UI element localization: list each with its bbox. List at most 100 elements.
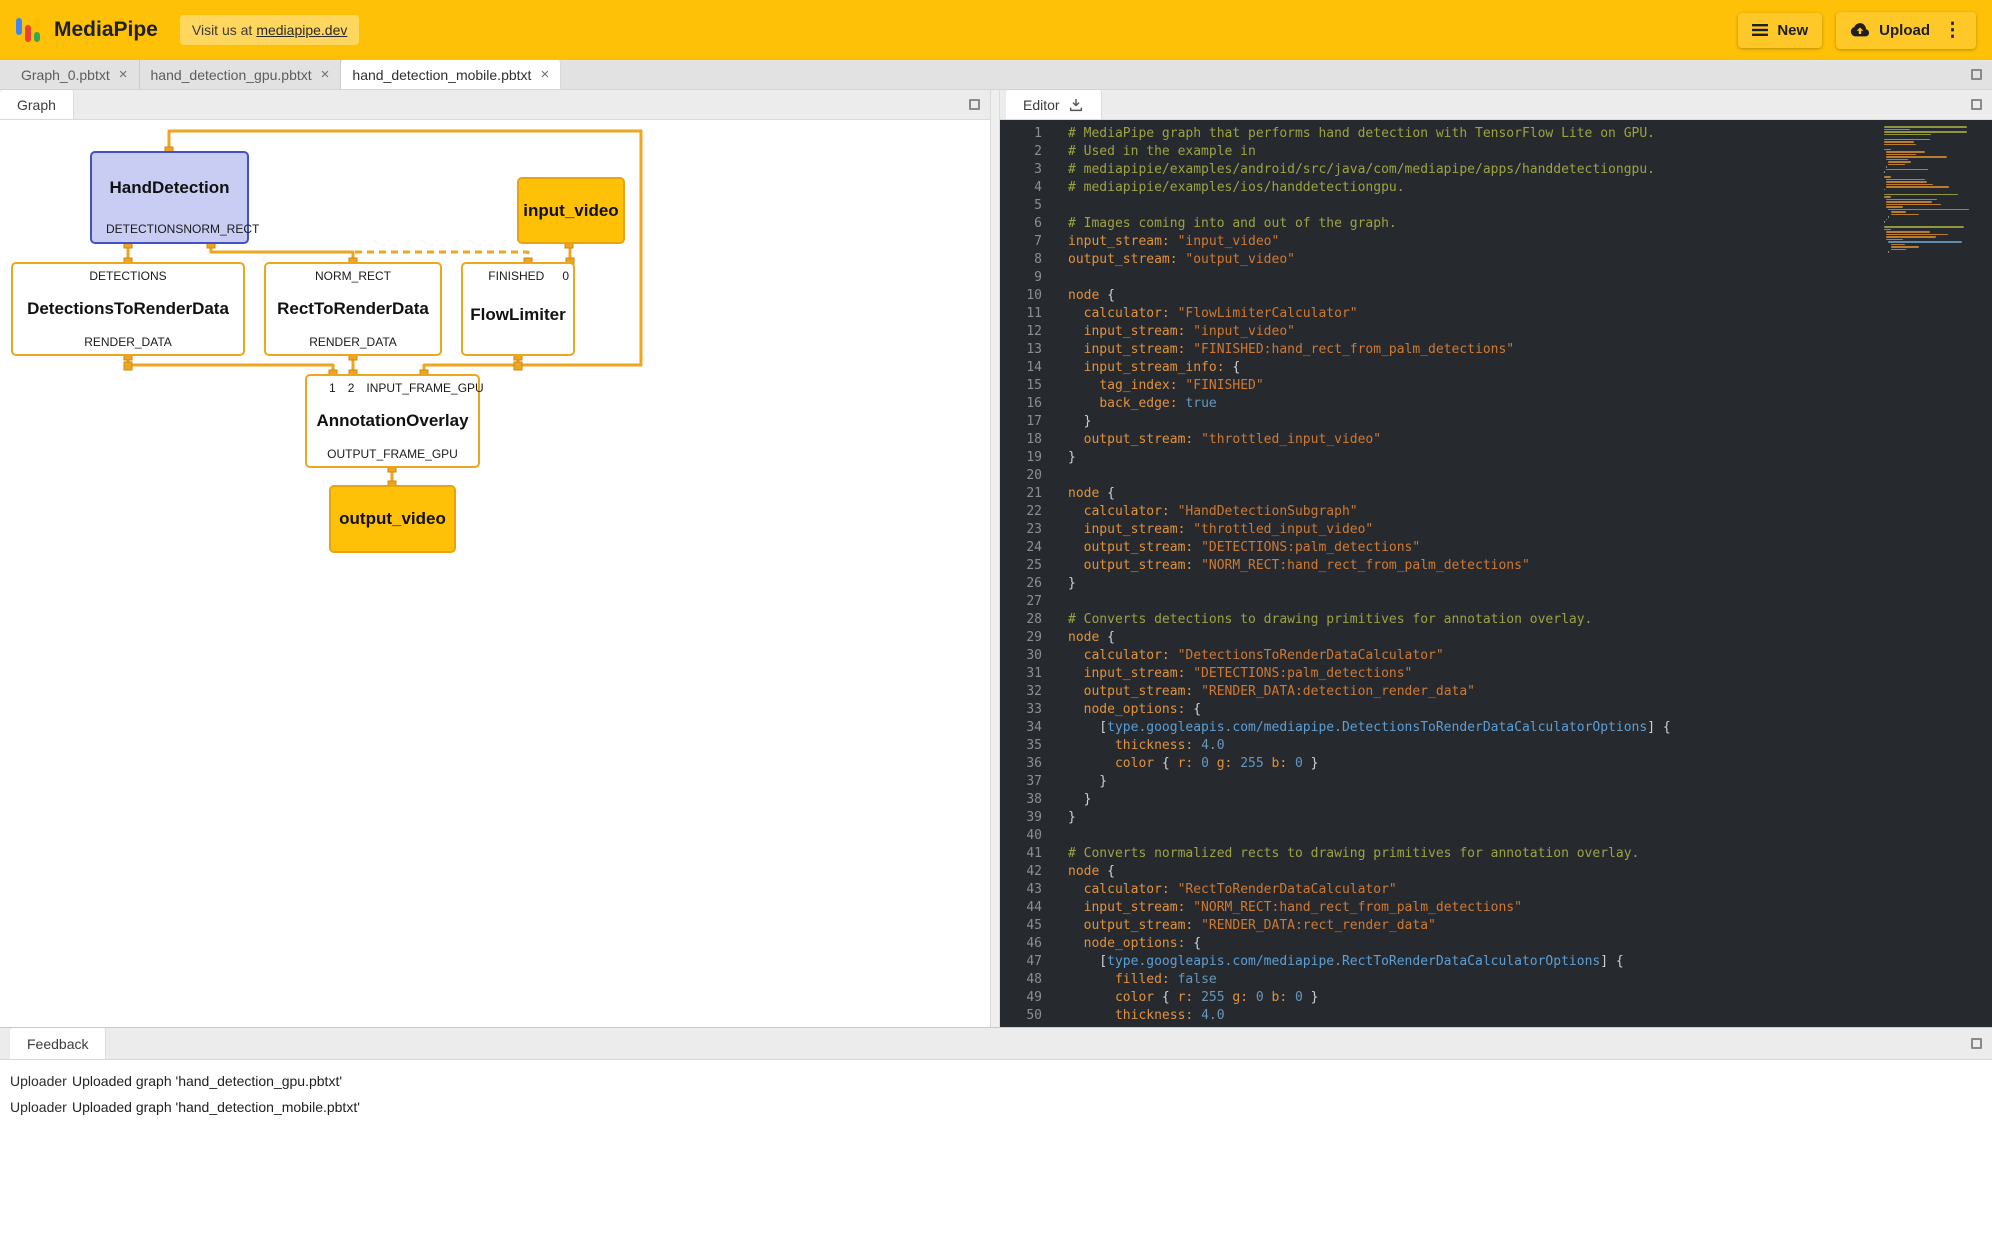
upload-button[interactable]: Upload ⋮ <box>1836 12 1976 49</box>
code-line[interactable] <box>1068 593 1992 611</box>
minimap[interactable] <box>1880 120 1992 1027</box>
tab-graph[interactable]: Graph <box>0 90 74 119</box>
tab-editor[interactable]: Editor <box>1006 90 1102 119</box>
menu-icon <box>1752 23 1768 37</box>
code-line[interactable]: # Images coming into and out of the grap… <box>1068 215 1992 233</box>
line-number: 24 <box>1000 539 1054 557</box>
graph-node-input-video[interactable]: input_video <box>517 177 625 244</box>
code-line[interactable]: # Used in the example in <box>1068 143 1992 161</box>
code-line[interactable]: # mediapipie/examples/ios/handdetectiong… <box>1068 179 1992 197</box>
code-line[interactable]: calculator: "RectToRenderDataCalculator" <box>1068 881 1992 899</box>
code-line[interactable]: } <box>1068 1025 1992 1027</box>
code-line[interactable]: [type.googleapis.com/mediapipe.Detection… <box>1068 719 1992 737</box>
graph-canvas[interactable]: HandDetection DETECTIONS NORM_RECT input… <box>0 120 990 1027</box>
code-line[interactable]: input_stream: "FINISHED:hand_rect_from_p… <box>1068 341 1992 359</box>
port-label: DETECTIONS <box>106 223 183 235</box>
code-line[interactable] <box>1068 827 1992 845</box>
expand-icon[interactable] <box>1971 69 1982 80</box>
code-line[interactable]: node { <box>1068 863 1992 881</box>
code-editor[interactable]: 1234567891011121314151617181920212223242… <box>1000 120 1992 1027</box>
pane-splitter[interactable] <box>990 90 1000 1027</box>
code-line[interactable]: tag_index: "FINISHED" <box>1068 377 1992 395</box>
code-line[interactable]: node_options: { <box>1068 701 1992 719</box>
kebab-menu-icon[interactable]: ⋮ <box>1943 21 1962 40</box>
graph-node-annotation-overlay[interactable]: 1 2 INPUT_FRAME_GPU AnnotationOverlay OU… <box>305 374 480 468</box>
line-number: 43 <box>1000 881 1054 899</box>
file-tab-graph-0[interactable]: Graph_0.pbtxt × <box>10 60 140 89</box>
code-line[interactable]: output_stream: "output_video" <box>1068 251 1992 269</box>
code-line[interactable]: node_options: { <box>1068 935 1992 953</box>
visit-link[interactable]: mediapipe.dev <box>256 22 347 38</box>
file-tab-hand-detection-mobile[interactable]: hand_detection_mobile.pbtxt × <box>341 60 561 89</box>
code-line[interactable]: } <box>1068 791 1992 809</box>
code-line[interactable]: input_stream: "NORM_RECT:hand_rect_from_… <box>1068 899 1992 917</box>
code-line[interactable]: input_stream: "input_video" <box>1068 323 1992 341</box>
code-line[interactable]: input_stream: "throttled_input_video" <box>1068 521 1992 539</box>
code-line[interactable]: filled: false <box>1068 971 1992 989</box>
line-number: 37 <box>1000 773 1054 791</box>
feedback-expand-icon[interactable] <box>1971 1038 1982 1049</box>
line-number: 2 <box>1000 143 1054 161</box>
code-line[interactable]: [type.googleapis.com/mediapipe.RectToRen… <box>1068 953 1992 971</box>
code-line[interactable] <box>1068 467 1992 485</box>
new-button[interactable]: New <box>1738 13 1822 48</box>
code-line[interactable]: thickness: 4.0 <box>1068 737 1992 755</box>
line-number: 28 <box>1000 611 1054 629</box>
line-number: 36 <box>1000 755 1054 773</box>
code-line[interactable]: # mediapipie/examples/android/src/java/c… <box>1068 161 1992 179</box>
graph-pane-tabs: Graph <box>0 90 990 120</box>
code-line[interactable]: node { <box>1068 287 1992 305</box>
code-line[interactable]: input_stream_info: { <box>1068 359 1992 377</box>
code-line[interactable]: node { <box>1068 629 1992 647</box>
line-number: 26 <box>1000 575 1054 593</box>
code-line[interactable]: output_stream: "RENDER_DATA:detection_re… <box>1068 683 1992 701</box>
code-line[interactable]: } <box>1068 413 1992 431</box>
code-line[interactable]: back_edge: true <box>1068 395 1992 413</box>
code-line[interactable]: calculator: "FlowLimiterCalculator" <box>1068 305 1992 323</box>
code-line[interactable]: input_stream: "input_video" <box>1068 233 1992 251</box>
close-icon[interactable]: × <box>321 67 330 82</box>
graph-node-rect-to-render-data[interactable]: NORM_RECT RectToRenderData RENDER_DATA <box>264 262 442 356</box>
line-number: 6 <box>1000 215 1054 233</box>
code-line[interactable]: output_stream: "NORM_RECT:hand_rect_from… <box>1068 557 1992 575</box>
code-line[interactable]: color { r: 0 g: 255 b: 0 } <box>1068 755 1992 773</box>
line-number: 38 <box>1000 791 1054 809</box>
code-line[interactable] <box>1068 269 1992 287</box>
editor-expand-icon[interactable] <box>1971 99 1982 110</box>
graph-node-detections-to-render-data[interactable]: DETECTIONS DetectionsToRenderData RENDER… <box>11 262 245 356</box>
code-line[interactable]: node { <box>1068 485 1992 503</box>
line-number: 19 <box>1000 449 1054 467</box>
graph-node-flow-limiter[interactable]: FINISHED 0 FlowLimiter <box>461 262 575 356</box>
code-line[interactable]: # Converts detections to drawing primiti… <box>1068 611 1992 629</box>
code-line[interactable]: input_stream: "DETECTIONS:palm_detection… <box>1068 665 1992 683</box>
code-line[interactable]: thickness: 4.0 <box>1068 1007 1992 1025</box>
code-line[interactable] <box>1068 197 1992 215</box>
code-line[interactable]: # MediaPipe graph that performs hand det… <box>1068 125 1992 143</box>
code-line[interactable]: calculator: "HandDetectionSubgraph" <box>1068 503 1992 521</box>
line-number: 4 <box>1000 179 1054 197</box>
code-line[interactable]: calculator: "DetectionsToRenderDataCalcu… <box>1068 647 1992 665</box>
code-line[interactable]: output_stream: "throttled_input_video" <box>1068 431 1992 449</box>
tab-feedback[interactable]: Feedback <box>10 1028 106 1059</box>
code-line[interactable]: } <box>1068 575 1992 593</box>
code-line[interactable]: } <box>1068 449 1992 467</box>
graph-node-hand-detection[interactable]: HandDetection DETECTIONS NORM_RECT <box>90 151 249 244</box>
line-number: 33 <box>1000 701 1054 719</box>
file-tab-hand-detection-gpu[interactable]: hand_detection_gpu.pbtxt × <box>140 60 342 89</box>
feedback-pane-tabs: Feedback <box>0 1027 1992 1060</box>
graph-node-output-video[interactable]: output_video <box>329 485 456 553</box>
line-number: 46 <box>1000 935 1054 953</box>
close-icon[interactable]: × <box>540 67 549 82</box>
line-number: 13 <box>1000 341 1054 359</box>
code-line[interactable]: } <box>1068 773 1992 791</box>
close-icon[interactable]: × <box>119 67 128 82</box>
line-number: 41 <box>1000 845 1054 863</box>
code-line[interactable]: output_stream: "DETECTIONS:palm_detectio… <box>1068 539 1992 557</box>
code-line[interactable]: color { r: 255 g: 0 b: 0 } <box>1068 989 1992 1007</box>
code-line[interactable]: # Converts normalized rects to drawing p… <box>1068 845 1992 863</box>
code-content[interactable]: # MediaPipe graph that performs hand det… <box>1054 120 1992 1027</box>
code-line[interactable]: output_stream: "RENDER_DATA:rect_render_… <box>1068 917 1992 935</box>
download-icon[interactable] <box>1068 97 1084 113</box>
graph-expand-icon[interactable] <box>969 99 980 110</box>
code-line[interactable]: } <box>1068 809 1992 827</box>
